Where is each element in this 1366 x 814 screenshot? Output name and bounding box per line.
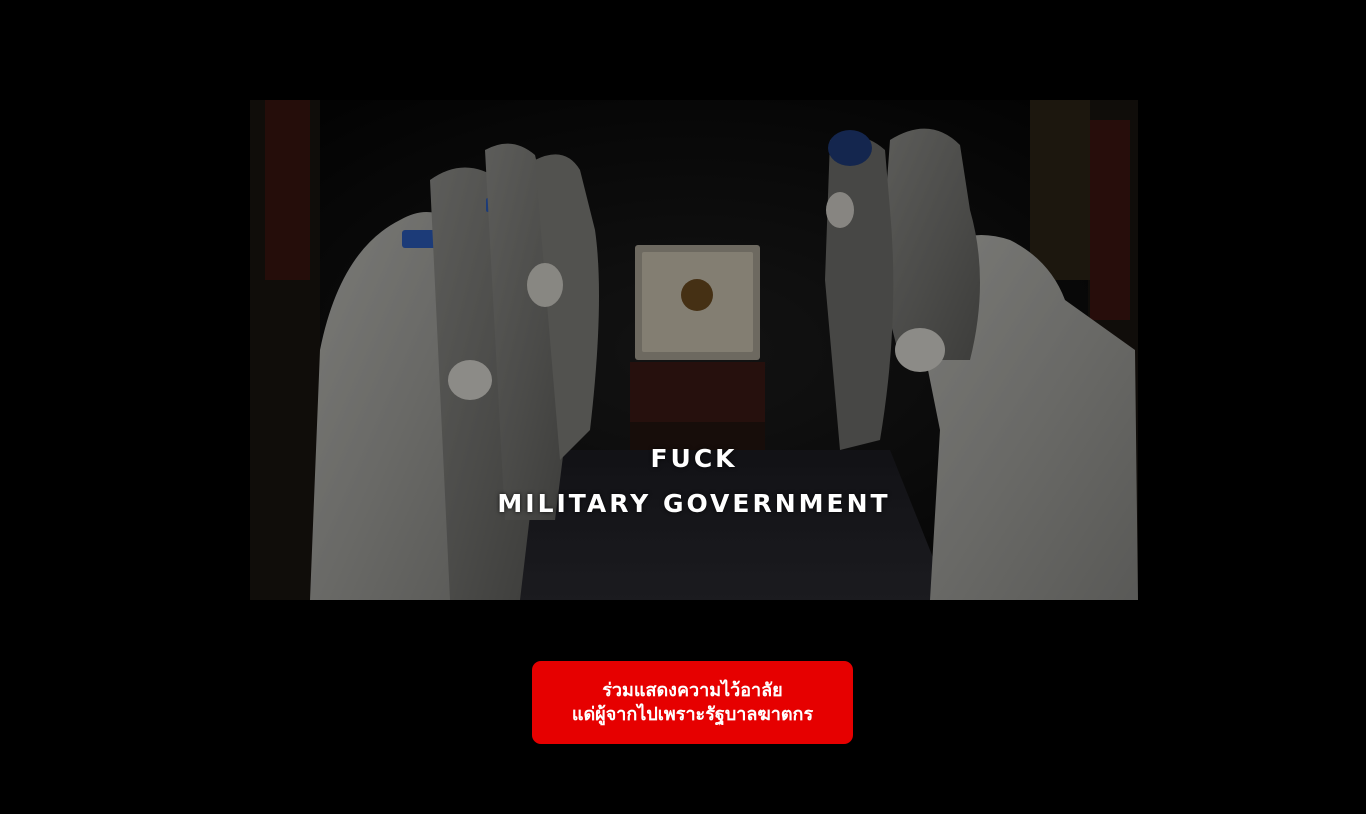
condolence-button-line-1: ร่วมแสดงความไว้อาลัย: [602, 679, 783, 701]
hero-caption: FUCK MILITARY GOVERNMENT: [250, 436, 1138, 526]
caption-line-2: MILITARY GOVERNMENT: [497, 489, 891, 518]
caption-line-1: FUCK: [650, 444, 738, 473]
condolence-button-line-2: แด่ผู้จากไปเพราะรัฐบาลฆาตกร: [571, 703, 814, 725]
condolence-button[interactable]: ร่วมแสดงความไว้อาลัย แด่ผู้จากไปเพราะรัฐ…: [532, 661, 853, 744]
page: FUCK MILITARY GOVERNMENT ร่วมแสดงความไว้…: [0, 0, 1366, 814]
hero-image: FUCK MILITARY GOVERNMENT: [250, 100, 1138, 600]
